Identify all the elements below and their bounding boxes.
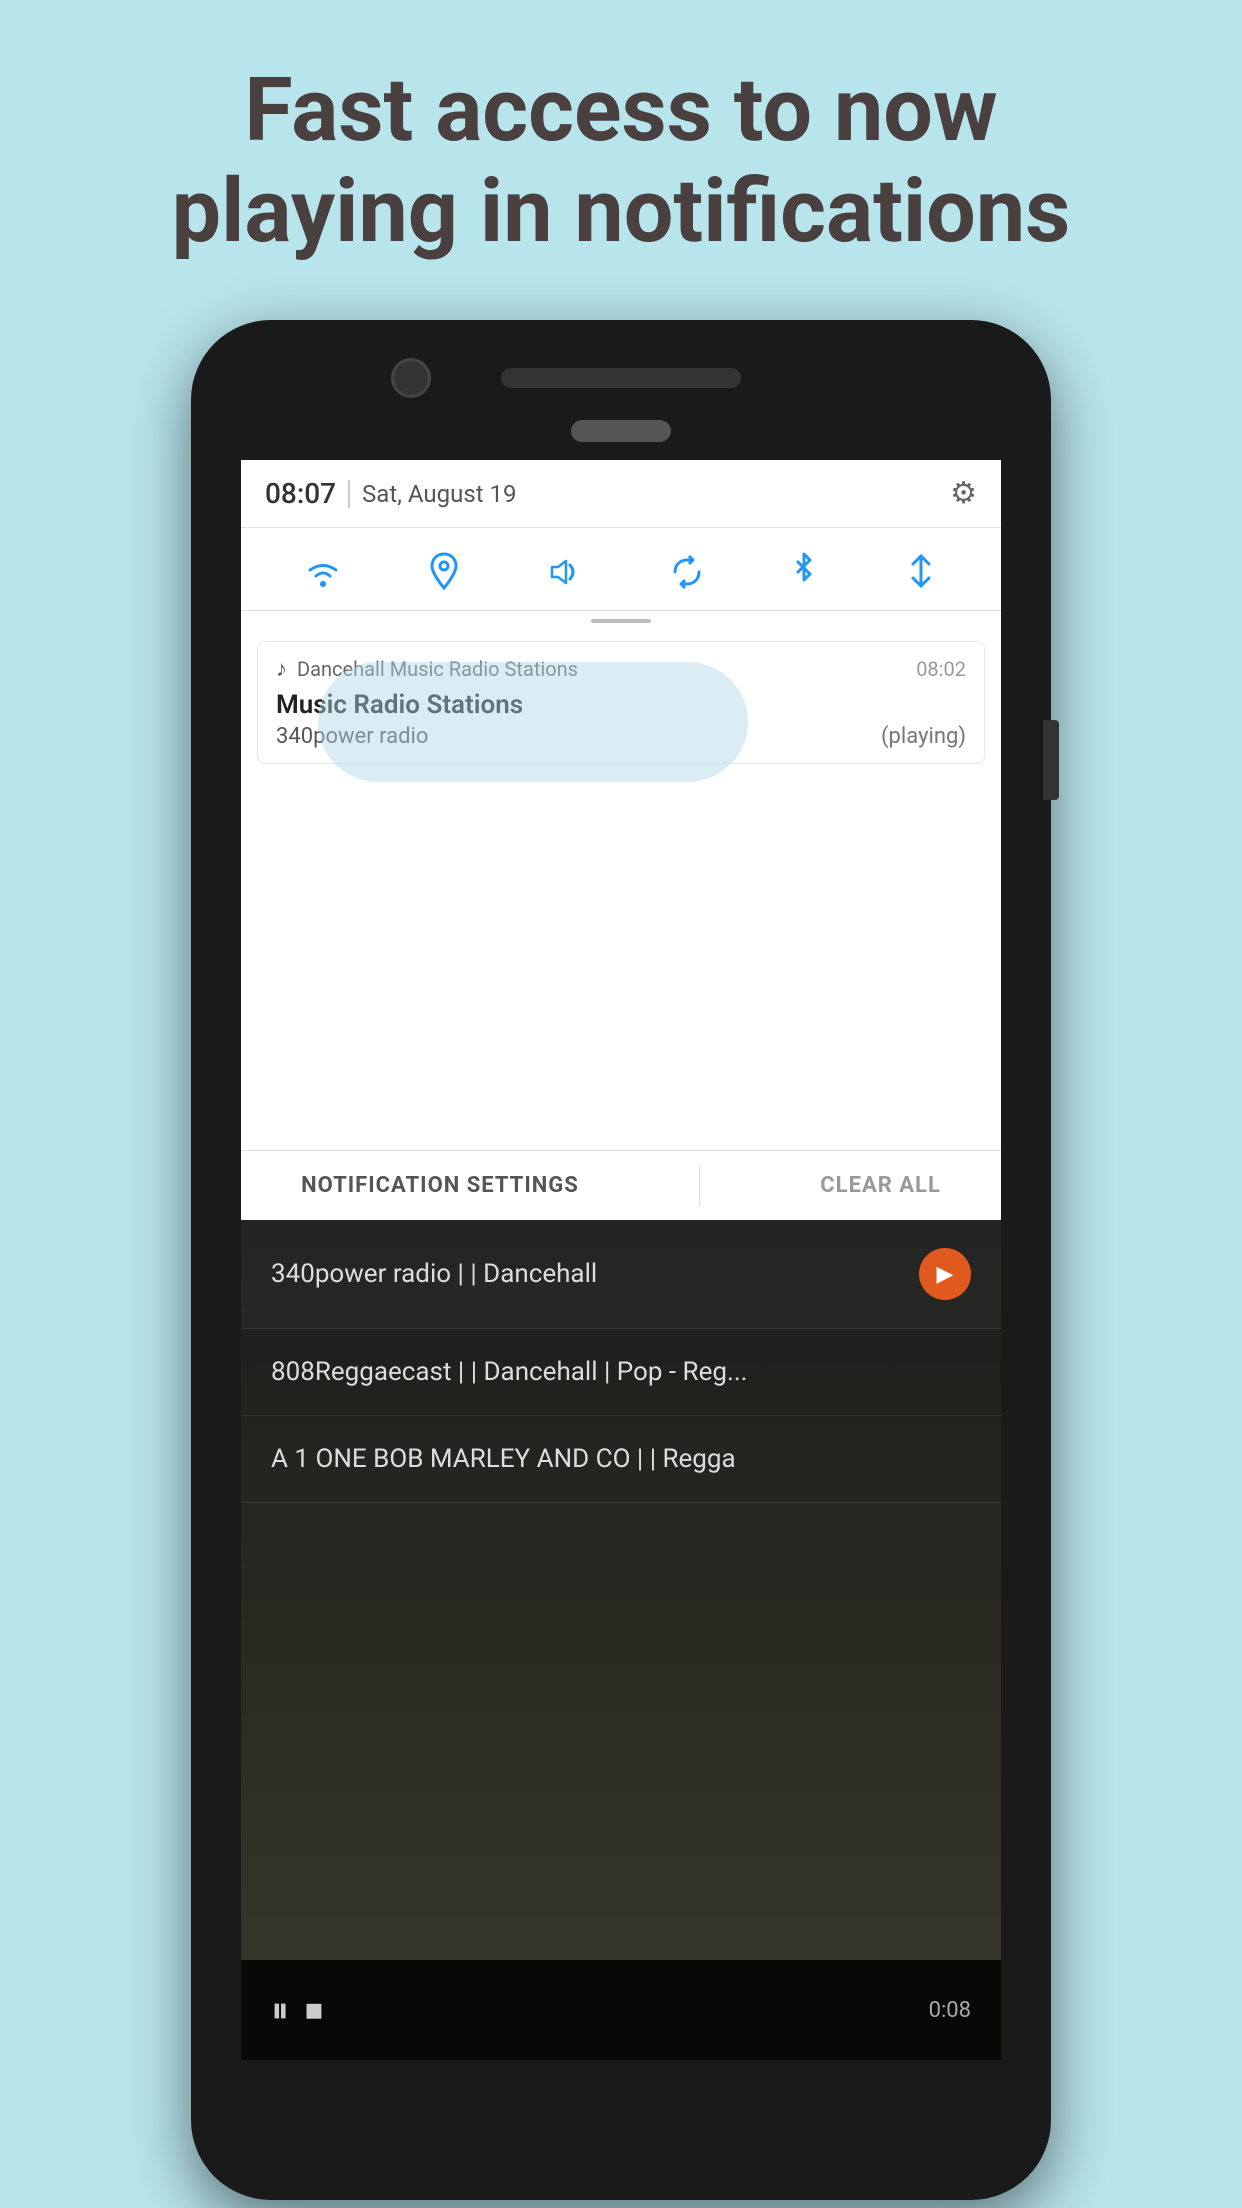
sync-icon[interactable] bbox=[669, 548, 705, 590]
station-name-1: 340power radio | | Dancehall bbox=[271, 1259, 919, 1289]
notification-app-name: Dancehall Music Radio Stations bbox=[297, 657, 906, 681]
quick-settings-row bbox=[241, 528, 1001, 611]
station-list: 340power radio | | Dancehall ▶ 808Reggae… bbox=[241, 1220, 1001, 1503]
drag-handle bbox=[241, 611, 1001, 631]
player-controls: ⏸ ⏹ bbox=[271, 1989, 323, 2032]
status-divider bbox=[348, 480, 350, 508]
station-name-3: A 1 ONE BOB MARLEY AND CO | | Regga bbox=[271, 1444, 971, 1474]
phone-side-button bbox=[1043, 720, 1059, 800]
volume-icon[interactable] bbox=[546, 548, 584, 590]
bluetooth-icon[interactable] bbox=[790, 548, 818, 590]
header-title: Fast access to now playing in notificati… bbox=[0, 60, 1242, 262]
phone-screen: 08:07 Sat, August 19 ⚙ bbox=[241, 460, 1001, 2060]
music-note-icon: ♪ bbox=[276, 656, 287, 682]
phone-device: 08:07 Sat, August 19 ⚙ bbox=[191, 320, 1051, 2200]
pause-button[interactable]: ⏸ bbox=[271, 1989, 289, 2032]
station-item-3[interactable]: A 1 ONE BOB MARLEY AND CO | | Regga bbox=[241, 1416, 1001, 1503]
station-item-2[interactable]: 808Reggaecast | | Dancehall | Pop - Reg.… bbox=[241, 1329, 1001, 1416]
notification-header: ♪ Dancehall Music Radio Stations 08:02 bbox=[276, 656, 966, 682]
location-icon[interactable] bbox=[427, 548, 461, 590]
station-name-2: 808Reggaecast | | Dancehall | Pop - Reg.… bbox=[271, 1357, 971, 1387]
notification-body: 340power radio (playing) bbox=[276, 724, 966, 749]
play-button-1[interactable]: ▶ bbox=[919, 1248, 971, 1300]
notification-time: 08:02 bbox=[916, 657, 966, 681]
phone-speaker bbox=[501, 368, 741, 388]
settings-icon[interactable]: ⚙ bbox=[950, 476, 977, 511]
player-bar: ⏸ ⏹ 0:08 bbox=[241, 1960, 1001, 2060]
app-content-area: 340power radio | | Dancehall ▶ 808Reggae… bbox=[241, 1220, 1001, 2060]
clear-all-button[interactable]: CLEAR ALL bbox=[820, 1173, 941, 1198]
player-time: 0:08 bbox=[929, 1998, 971, 2023]
notification-action-bar: NOTIFICATION SETTINGS CLEAR ALL bbox=[241, 1150, 1001, 1220]
notification-settings-button[interactable]: NOTIFICATION SETTINGS bbox=[301, 1173, 579, 1198]
station-item-1[interactable]: 340power radio | | Dancehall ▶ bbox=[241, 1220, 1001, 1329]
stop-button[interactable]: ⏹ bbox=[305, 1989, 323, 2032]
notification-card[interactable]: ♪ Dancehall Music Radio Stations 08:02 M… bbox=[257, 641, 985, 764]
phone-camera bbox=[391, 358, 431, 398]
wifi-icon[interactable] bbox=[304, 548, 342, 590]
notification-playing-status: (playing) bbox=[881, 724, 966, 749]
action-bar-divider bbox=[699, 1166, 700, 1206]
status-time: 08:07 bbox=[265, 477, 336, 510]
status-bar: 08:07 Sat, August 19 ⚙ bbox=[241, 460, 1001, 528]
notification-panel: 08:07 Sat, August 19 ⚙ bbox=[241, 460, 1001, 1220]
status-date: Sat, August 19 bbox=[362, 480, 516, 508]
notification-station: 340power radio bbox=[276, 724, 428, 749]
notification-title: Music Radio Stations bbox=[276, 690, 966, 720]
data-transfer-icon[interactable] bbox=[903, 548, 939, 590]
status-left: 08:07 Sat, August 19 bbox=[265, 477, 517, 510]
phone-home-button bbox=[571, 420, 671, 442]
